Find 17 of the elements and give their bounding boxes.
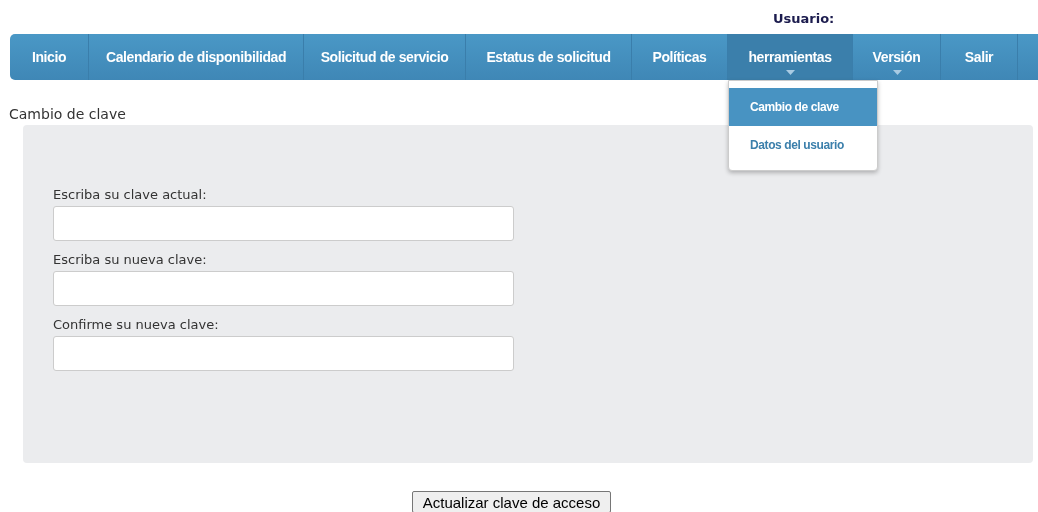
nav-item[interactable]: Estatus de solicitud: [466, 34, 632, 80]
input-field[interactable]: [53, 336, 514, 371]
input-field[interactable]: [53, 206, 514, 241]
input-field[interactable]: [53, 271, 514, 306]
nav-item[interactable]: Solicitud de servicio: [304, 34, 466, 80]
nav-item[interactable]: Versión: [853, 34, 941, 80]
nav-item[interactable]: Inicio: [10, 34, 89, 80]
menu-item[interactable]: Cambio de clave: [729, 88, 877, 126]
field-label: Escriba su clave actual:: [53, 187, 208, 202]
submit-button[interactable]: Actualizar clave de acceso: [411, 491, 612, 512]
page-title: Cambio de clave: [9, 106, 126, 122]
field-label: Escriba su nueva clave:: [53, 252, 208, 267]
field-label: Confirme su nueva clave:: [53, 317, 220, 332]
nav-item[interactable]: Calendario de disponibilidad: [89, 34, 304, 80]
menu-item[interactable]: Datos del usuario: [729, 126, 877, 164]
nav-item[interactable]: Salir: [941, 34, 1018, 80]
user-label: Usuario:: [773, 11, 835, 26]
